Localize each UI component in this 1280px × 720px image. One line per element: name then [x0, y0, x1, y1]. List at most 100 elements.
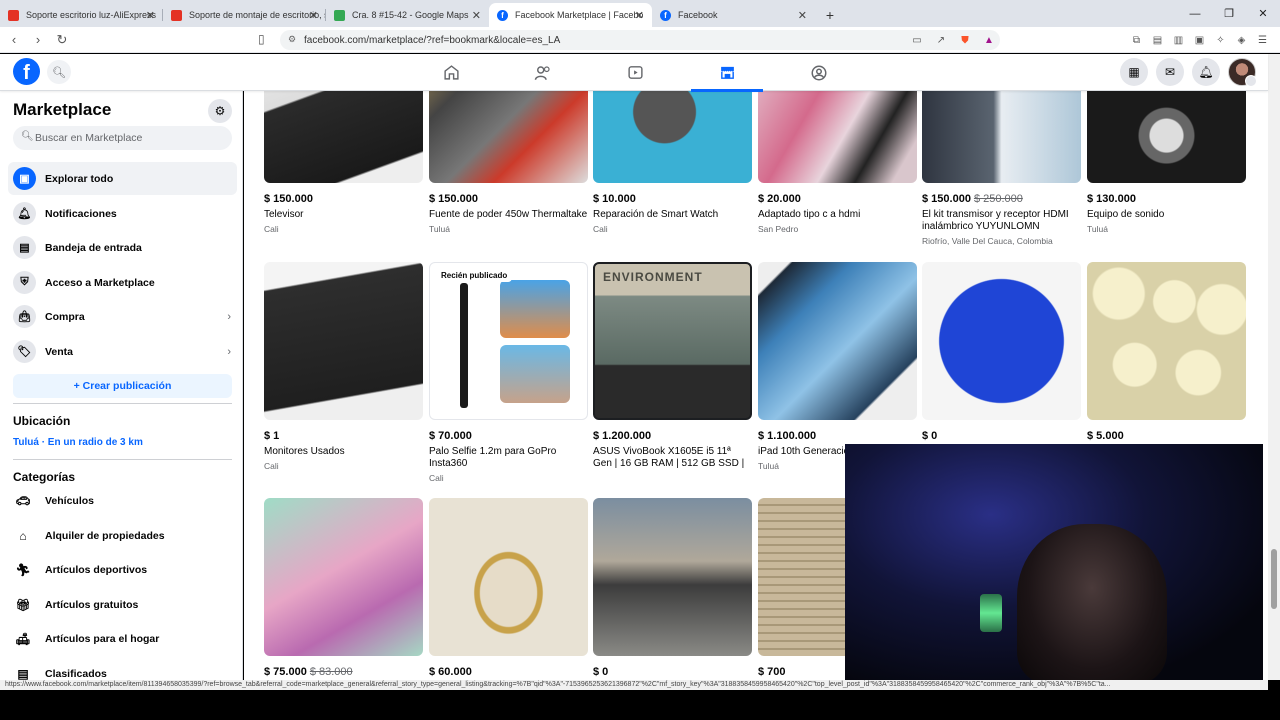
sidebar-item-selling[interactable]: 🏷︎ Venta ›: [8, 335, 237, 368]
settings-gear-icon[interactable]: ⚙: [208, 99, 232, 123]
listing-card[interactable]: $ 0: [922, 262, 1081, 442]
site-info-icon[interactable]: ⚙: [288, 34, 296, 45]
reload-icon[interactable]: ↻: [52, 30, 72, 50]
bell-icon: 🔔︎: [13, 202, 36, 225]
listing-title: Fuente de poder 450w Thermaltake: [429, 209, 588, 220]
create-listing-button[interactable]: + Crear publicación: [13, 374, 232, 398]
extensions-icon[interactable]: ⧉: [1127, 31, 1146, 49]
url-text: facebook.com/marketplace/?ref=bookmark&l…: [304, 34, 561, 46]
browser-tab-2[interactable]: Soporte de montaje de escritorio, so ✕: [163, 3, 326, 27]
gift-icon: 🎁︎: [15, 598, 31, 612]
category-free[interactable]: 🎁︎ Artículos gratuitos: [8, 588, 237, 621]
notifications-bell-icon[interactable]: 🔔︎: [1192, 58, 1220, 86]
listing-card[interactable]: $ 20.000 Adaptado tipo c a hdmi San Pedr…: [758, 91, 917, 234]
category-property-rentals[interactable]: ⌂ Alquiler de propiedades: [8, 519, 237, 552]
listing-image: [593, 498, 752, 656]
sidebar-item-buying[interactable]: 👜︎ Compra ›: [8, 300, 237, 333]
nav-video-icon[interactable]: [589, 54, 681, 91]
sidebar-item-inbox[interactable]: ▤ Bandeja de entrada: [8, 231, 237, 264]
listing-card[interactable]: $ 10.000 Reparación de Smart Watch Cali: [593, 91, 752, 234]
browser-tab-3[interactable]: Cra. 8 #15-42 - Google Maps ✕: [326, 3, 489, 27]
new-tab-button[interactable]: +: [815, 3, 845, 27]
menu-icon[interactable]: ☰: [1253, 31, 1272, 49]
category-home-goods[interactable]: 🛋︎ Artículos para el hogar: [8, 622, 237, 655]
nav-marketplace-icon[interactable]: [681, 54, 773, 92]
listing-card[interactable]: $ 1.100.000 iPad 10th Generació Tuluá: [758, 262, 917, 471]
facebook-logo-icon[interactable]: f: [13, 58, 40, 85]
sidebar-item-notifications[interactable]: 🔔︎ Notificaciones: [8, 197, 237, 230]
listing-title: Palo Selfie 1.2m para GoPro Insta360: [429, 446, 557, 469]
leo-ai-icon[interactable]: ✧: [1211, 31, 1230, 49]
forward-icon[interactable]: ›: [28, 30, 48, 50]
restore-icon[interactable]: ❐: [1212, 0, 1246, 27]
scrollbar-thumb[interactable]: [1271, 549, 1277, 609]
listing-card[interactable]: $ 150.000 Fuente de poder 450w Thermalta…: [429, 91, 588, 234]
listing-image: [758, 262, 917, 420]
listing-card[interactable]: $ 0: [593, 498, 752, 678]
category-sports[interactable]: 🏃︎ Artículos deportivos: [8, 553, 237, 586]
tab-close-icon[interactable]: ✕: [635, 9, 644, 22]
listing-card[interactable]: $ 1 Monitores Usados Cali: [264, 262, 423, 471]
sidebar-item-label: Notificaciones: [45, 207, 117, 220]
share-icon[interactable]: ↗: [932, 31, 950, 49]
facebook-favicon-icon: f: [497, 9, 508, 21]
listing-price: $ 1.100.000: [758, 430, 817, 442]
tab-title: Facebook Marketplace | Facebo: [515, 10, 644, 20]
nav-friends-icon[interactable]: [497, 54, 589, 91]
location-heading: Ubicación: [13, 414, 71, 428]
sidebar-item-label: Bandeja de entrada: [45, 241, 142, 254]
listing-price: $ 1: [264, 430, 280, 442]
listing-title: Reparación de Smart Watch: [593, 209, 719, 220]
listing-location: Cali: [264, 461, 279, 471]
tab-close-icon[interactable]: ✕: [472, 9, 481, 22]
listing-card[interactable]: $ 130.000 Equipo de sonido Tuluá: [1087, 91, 1246, 234]
close-window-icon[interactable]: ✕: [1246, 0, 1280, 27]
listing-location: Cali: [593, 224, 608, 234]
new-listing-badge: Recién publicado: [436, 269, 513, 282]
browser-tab-4[interactable]: f Facebook Marketplace | Facebo ✕: [489, 3, 652, 27]
bookmark-icon[interactable]: ▯: [258, 32, 265, 46]
categories-heading: Categorías: [13, 470, 76, 484]
listing-card[interactable]: ENVIRONMENT $ 1.200.000 ASUS VivoBook X1…: [593, 262, 752, 473]
listing-card[interactable]: $ 5.000: [1087, 262, 1246, 442]
minimize-icon[interactable]: —: [1178, 0, 1212, 27]
location-link[interactable]: Tuluá · En un radio de 3 km: [13, 437, 143, 448]
url-bar[interactable]: ⚙ facebook.com/marketplace/?ref=bookmark…: [280, 30, 1000, 50]
brave-rewards-icon[interactable]: ▲: [980, 31, 998, 49]
listing-card[interactable]: $ 150.000 Televisor Cali: [264, 91, 423, 234]
listing-image: [1087, 262, 1246, 420]
vpn-icon[interactable]: ◈: [1232, 31, 1251, 49]
listing-card[interactable]: Recién publicado $ 70.000 Palo Selfie 1.…: [429, 262, 588, 483]
nav-home-icon[interactable]: [405, 54, 497, 91]
listing-image: [758, 91, 917, 183]
brave-shield-icon[interactable]: ⛊: [956, 31, 974, 49]
wallet-icon[interactable]: ▣: [1190, 31, 1209, 49]
sidebar-item-explore[interactable]: ▣ Explorar todo: [8, 162, 237, 195]
tab-close-icon[interactable]: ✕: [146, 9, 155, 22]
nav-groups-icon[interactable]: [773, 54, 865, 91]
listing-card[interactable]: $ 150.000 $ 250.000 El kit transmisor y r…: [922, 91, 1081, 246]
listing-card[interactable]: $ 75.000 $ 83.000: [264, 498, 423, 678]
browser-tab-5[interactable]: f Facebook ✕: [652, 3, 815, 27]
sidebar-item-access[interactable]: ⛨ Acceso a Marketplace: [8, 266, 237, 299]
classified-icon: ▤: [17, 667, 29, 680]
category-vehicles[interactable]: 🚗︎ Vehículos: [8, 484, 237, 517]
category-classifieds[interactable]: ▤ Clasificados: [8, 657, 237, 680]
media-icon[interactable]: ▤: [1148, 31, 1167, 49]
cast-icon[interactable]: ▭: [908, 31, 926, 49]
menu-grid-icon[interactable]: ▦: [1120, 58, 1148, 86]
listing-card[interactable]: $ 60.000: [429, 498, 588, 678]
tab-close-icon[interactable]: ✕: [309, 9, 318, 22]
tab-close-icon[interactable]: ✕: [798, 9, 807, 22]
listing-price: $ 150.000 $ 250.000: [922, 193, 1023, 205]
back-icon[interactable]: ‹: [4, 30, 24, 50]
avatar[interactable]: [1228, 58, 1257, 87]
marketplace-search-input[interactable]: 🔍︎ Buscar en Marketplace: [13, 126, 232, 150]
listing-location: Riofrío, Valle Del Cauca, Colombia: [922, 236, 1053, 246]
listing-image: [922, 91, 1081, 183]
browser-tab-1[interactable]: Soporte escritorio luz-AliExpress ✕: [0, 3, 163, 27]
search-icon[interactable]: 🔍︎: [47, 60, 71, 84]
messenger-icon[interactable]: ✉: [1156, 58, 1184, 86]
sidebar-icon[interactable]: ▥: [1169, 31, 1188, 49]
page-scrollbar[interactable]: [1268, 54, 1280, 680]
